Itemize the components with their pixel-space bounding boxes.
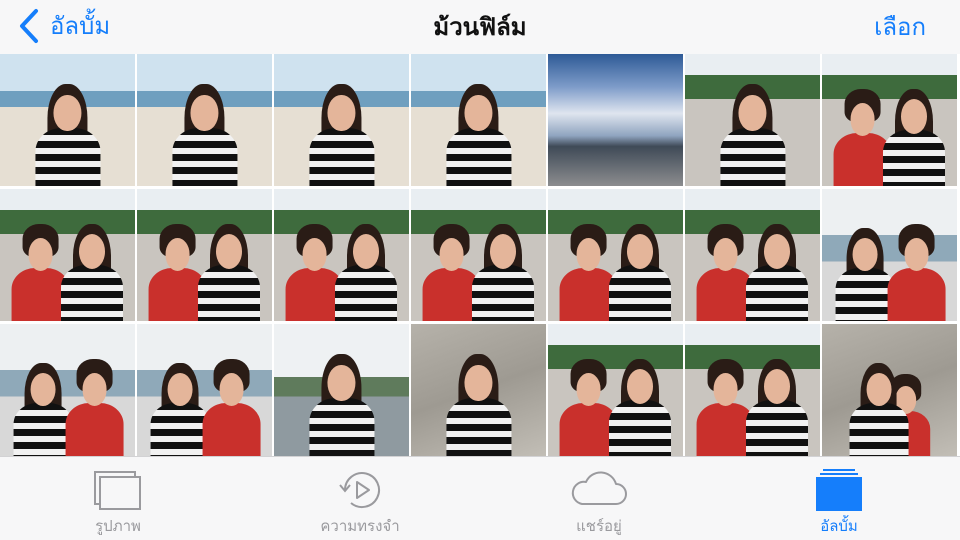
back-button[interactable]: อัลบั้ม (18, 6, 110, 46)
person-figure (745, 205, 808, 321)
person-figure (882, 70, 945, 186)
select-button[interactable]: เลือก (874, 8, 926, 46)
photo-thumbnail[interactable] (548, 324, 683, 456)
person-figure (65, 346, 124, 456)
person-figure (202, 346, 261, 456)
photo-thumbnail[interactable] (137, 324, 272, 456)
person-figure (445, 334, 512, 456)
photo-thumbnail[interactable] (137, 189, 272, 321)
back-button-label: อัลบั้ม (50, 12, 111, 40)
photo-grid (0, 54, 960, 456)
photo-thumbnail[interactable] (274, 54, 409, 186)
tab-bar: รูปภาพ ความทรงจำ แชร์อยู่ อัลบั้ม (0, 456, 960, 540)
person-figure (849, 346, 909, 456)
person-figure (608, 205, 671, 321)
tab-photos-label: รูปภาพ (95, 517, 141, 535)
photo-thumbnail[interactable] (822, 189, 957, 321)
cloud-icon (568, 467, 630, 513)
albums-icon (814, 467, 864, 513)
photo-thumbnail[interactable] (274, 189, 409, 321)
photo-thumbnail[interactable] (685, 54, 820, 186)
photo-thumbnail[interactable] (822, 54, 957, 186)
photo-thumbnail[interactable] (548, 54, 683, 186)
person-figure (60, 205, 123, 321)
navigation-bar: อัลบั้ม ม้วนฟิล์ม เลือก (0, 0, 960, 54)
photo-thumbnail[interactable] (685, 189, 820, 321)
person-figure (608, 340, 671, 456)
photo-thumbnail[interactable] (411, 189, 546, 321)
tab-photos[interactable]: รูปภาพ (48, 457, 188, 540)
tab-memories-label: ความทรงจำ (320, 517, 400, 535)
person-figure (308, 64, 375, 186)
photo-thumbnail[interactable] (411, 324, 546, 456)
photo-thumbnail[interactable] (0, 324, 135, 456)
page-title: ม้วนฟิล์ม (433, 13, 527, 41)
tab-shared[interactable]: แชร์อยู่ (529, 457, 669, 540)
person-figure (471, 205, 534, 321)
person-figure (719, 64, 786, 186)
person-figure (887, 211, 946, 321)
person-figure (745, 340, 808, 456)
person-figure (150, 346, 210, 456)
chevron-left-icon (18, 8, 40, 44)
photo-thumbnail[interactable] (0, 54, 135, 186)
person-figure (171, 64, 238, 186)
person-figure (835, 211, 895, 321)
tab-albums-label: อัลบั้ม (820, 517, 858, 535)
person-figure (445, 64, 512, 186)
person-figure (34, 64, 101, 186)
photos-icon (91, 467, 145, 513)
photo-thumbnail[interactable] (548, 189, 683, 321)
camera-roll-screen: อัลบั้ม ม้วนฟิล์ม เลือก รูปภาพ ความทรงจำ… (0, 0, 960, 540)
tab-albums[interactable]: อัลบั้ม (769, 457, 909, 540)
person-figure (334, 205, 397, 321)
photo-thumbnail[interactable] (0, 189, 135, 321)
person-figure (308, 334, 375, 456)
photo-thumbnail[interactable] (411, 54, 546, 186)
photo-thumbnail[interactable] (274, 324, 409, 456)
person-figure (13, 346, 73, 456)
photo-thumbnail[interactable] (685, 324, 820, 456)
tab-shared-label: แชร์อยู่ (576, 517, 622, 535)
person-figure (197, 205, 260, 321)
tab-memories[interactable]: ความทรงจำ (290, 457, 430, 540)
photo-thumbnail[interactable] (137, 54, 272, 186)
photo-thumbnail[interactable] (822, 324, 957, 456)
memories-icon (335, 467, 385, 513)
